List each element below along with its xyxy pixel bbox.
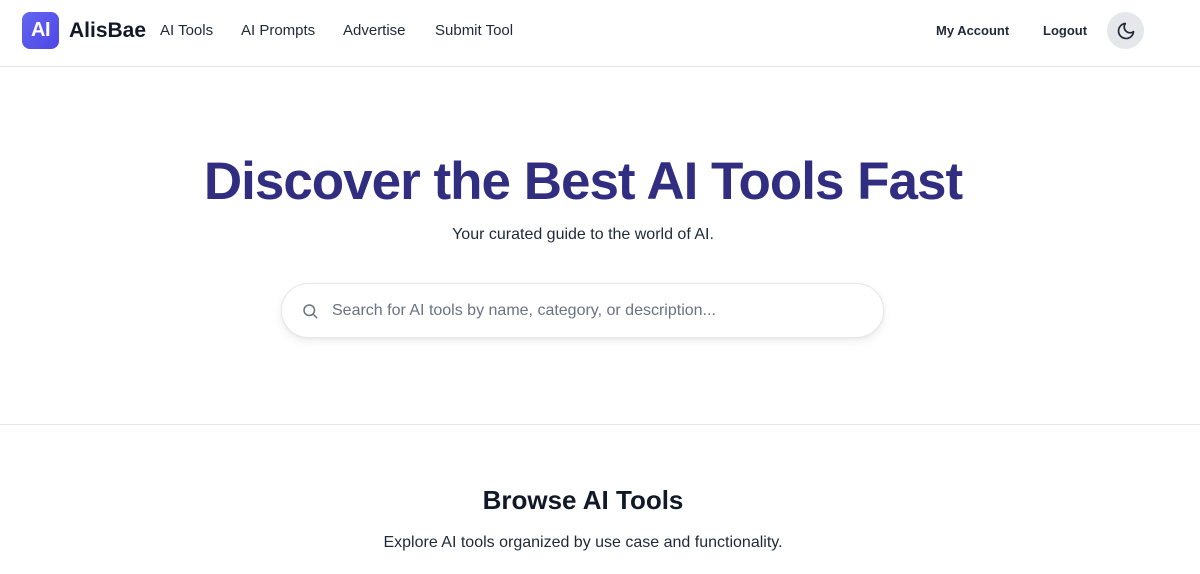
search-bar[interactable] bbox=[281, 283, 884, 338]
moon-icon bbox=[1117, 22, 1134, 39]
site-header: AI AlisBae AI Tools AI Prompts Advertise… bbox=[0, 0, 1200, 67]
hero-subtitle: Your curated guide to the world of AI. bbox=[452, 226, 714, 243]
browse-section-description: Explore AI tools organized by use case a… bbox=[383, 534, 783, 551]
brand-name[interactable]: AlisBae bbox=[69, 18, 146, 44]
hero-section: Discover the Best AI Tools Fast Your cur… bbox=[0, 67, 1200, 425]
browse-section-title: Browse AI Tools bbox=[482, 485, 684, 515]
my-account-link[interactable]: My Account bbox=[936, 22, 1009, 40]
theme-toggle-button[interactable] bbox=[1107, 12, 1144, 49]
nav-ai-tools[interactable]: AI Tools bbox=[160, 21, 213, 41]
nav-submit-tool[interactable]: Submit Tool bbox=[435, 21, 513, 41]
hero-title: Discover the Best AI Tools Fast bbox=[203, 152, 963, 211]
search-input[interactable] bbox=[332, 298, 862, 324]
nav-ai-prompts[interactable]: AI Prompts bbox=[241, 21, 315, 41]
logo-badge[interactable]: AI bbox=[22, 12, 59, 49]
search-icon bbox=[303, 304, 318, 319]
nav-advertise[interactable]: Advertise bbox=[343, 21, 406, 41]
logout-link[interactable]: Logout bbox=[1043, 22, 1087, 40]
